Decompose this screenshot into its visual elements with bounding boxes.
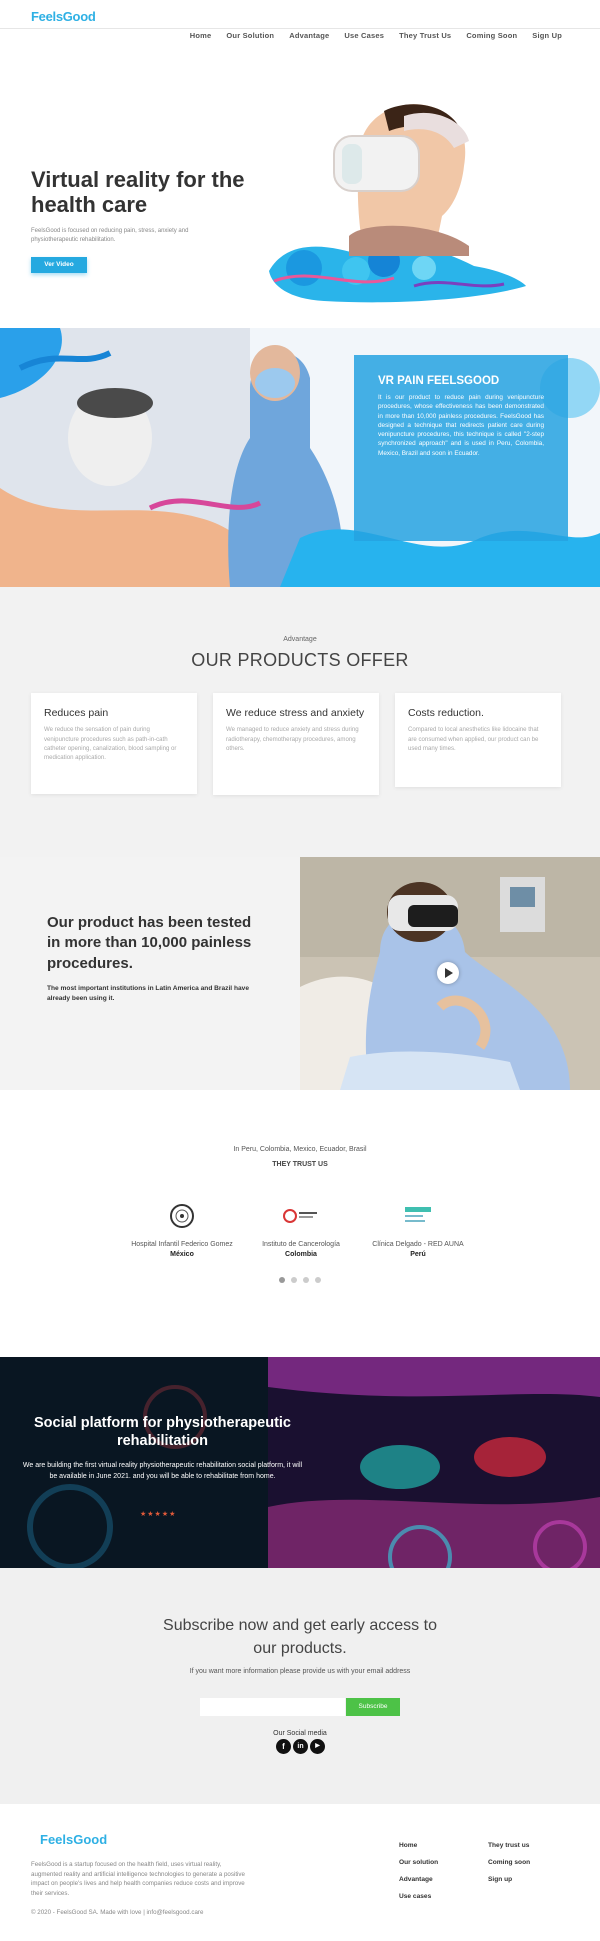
subscribe-button[interactable]: Subscribe	[346, 1698, 400, 1716]
hero-vr-child-image	[269, 104, 526, 303]
footer-logo[interactable]: FeelsGood	[40, 1832, 107, 1847]
instituto-logo-icon	[283, 1209, 317, 1223]
main-nav: Home Our Solution Advantage Use Cases Th…	[190, 31, 562, 40]
trust-item-name: Instituto de Cancerología	[262, 1241, 340, 1248]
trust-item-name: Hospital Infantil Federico Gomez	[131, 1241, 233, 1248]
trust-item-instituto-cancerologia: Instituto de Cancerología Colombia	[236, 1203, 366, 1258]
seal-logo-icon	[170, 1204, 194, 1228]
auna-logo-icon	[405, 1207, 431, 1222]
facebook-icon[interactable]: f	[276, 1739, 291, 1754]
social-text: We are building the first virtual realit…	[22, 1462, 303, 1480]
footer-link-our-solution[interactable]: Our solution	[399, 1859, 438, 1866]
trust-item-country: Colombia	[285, 1251, 317, 1258]
footer-about: FeelsGood is a startup focused on the he…	[31, 1861, 245, 1897]
footer-link-use-cases[interactable]: Use cases	[399, 1893, 431, 1900]
watch-video-button[interactable]: Ver Video	[31, 257, 87, 273]
social-media-label: Our Social media	[273, 1730, 327, 1737]
hero-subtitle: FeelsGood is focused on reducing pain, s…	[31, 228, 189, 243]
nav-coming-soon[interactable]: Coming Soon	[466, 31, 517, 40]
subscribe-section	[0, 1568, 600, 1804]
carousel-dot-1[interactable]	[279, 1277, 285, 1283]
email-input[interactable]	[200, 1698, 345, 1716]
nav-home[interactable]: Home	[190, 31, 212, 40]
trust-item-country: Perú	[410, 1251, 426, 1258]
product-card-pain: Reduces pain We reduce the sensation of …	[31, 693, 197, 794]
nav-sign-up[interactable]: Sign Up	[532, 31, 562, 40]
product-card-costs: Costs reduction. Compared to local anest…	[395, 693, 561, 787]
product-card-title: We reduce stress and anxiety	[226, 707, 365, 719]
nav-use-cases[interactable]: Use Cases	[344, 31, 384, 40]
trust-item-name: Clínica Delgado - RED AUNA	[372, 1241, 464, 1248]
vr-pain-title: VR PAIN FEELSGOOD	[378, 375, 500, 387]
trust-title: THEY TRUST US	[272, 1161, 328, 1168]
product-card-text: We managed to reduce anxiety and stress …	[226, 726, 359, 752]
vr-pain-panel: VR PAIN FEELSGOOD It is our product to r…	[354, 355, 568, 541]
trust-item-country: México	[170, 1251, 194, 1258]
linkedin-icon[interactable]: in	[293, 1739, 308, 1754]
footer-copyright: © 2020 - FeelsGood SA. Made with love | …	[31, 1909, 204, 1916]
brand-logo[interactable]: FeelsGood	[31, 9, 96, 24]
product-card-stress: We reduce stress and anxiety We managed …	[213, 693, 379, 795]
youtube-icon[interactable]: ▶	[310, 1739, 325, 1754]
products-kicker: Advantage	[283, 636, 317, 643]
trust-countries: In Peru, Colombia, Mexico, Ecuador, Bras…	[233, 1146, 367, 1153]
nav-advantage[interactable]: Advantage	[289, 31, 329, 40]
product-card-title: Reduces pain	[44, 707, 109, 719]
footer-link-advantage[interactable]: Advantage	[399, 1876, 433, 1883]
product-card-text: Compared to local anesthetics like lidoc…	[408, 726, 539, 752]
carousel-dot-3[interactable]	[303, 1277, 309, 1283]
nav-they-trust-us[interactable]: They Trust Us	[399, 31, 451, 40]
play-video-button[interactable]	[437, 962, 459, 984]
products-title: OUR PRODUCTS OFFER	[191, 650, 409, 670]
tested-title: Our product has been tested in more than…	[47, 914, 252, 972]
product-card-text: We reduce the sensation of pain during v…	[44, 726, 177, 762]
footer-link-coming-soon[interactable]: Coming soon	[488, 1859, 530, 1866]
social-title: Social platform for physiotherapeutic re…	[33, 1415, 291, 1450]
hero-title: Virtual reality for the health care	[31, 167, 245, 218]
trust-item-hospital-infantil: Hospital Infantil Federico Gomez México	[117, 1203, 247, 1258]
footer-link-they-trust-us[interactable]: They trust us	[488, 1842, 529, 1849]
tested-subtitle: The most important institutions in Latin…	[47, 985, 249, 1002]
footer-link-home[interactable]: Home	[399, 1842, 417, 1849]
nav-our-solution[interactable]: Our Solution	[226, 31, 274, 40]
footer-link-sign-up[interactable]: Sign up	[488, 1876, 512, 1883]
carousel-dot-4[interactable]	[315, 1277, 321, 1283]
carousel-dot-2[interactable]	[291, 1277, 297, 1283]
subscribe-text: If you want more information please prov…	[189, 1668, 411, 1675]
product-card-title: Costs reduction.	[408, 707, 484, 719]
trust-item-clinica-delgado: Clínica Delgado - RED AUNA Perú	[353, 1203, 483, 1258]
rating-stars: ★★★★★	[140, 1511, 177, 1518]
vr-pain-text: It is our product to reduce pain during …	[378, 394, 544, 457]
subscribe-title: Subscribe now and get early access to ou…	[163, 1617, 437, 1658]
